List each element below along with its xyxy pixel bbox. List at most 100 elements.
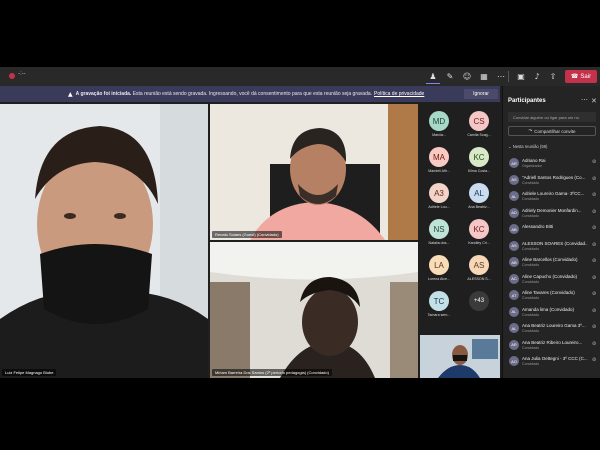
avatar: LA <box>429 255 449 275</box>
phone-icon: ☎ <box>570 74 579 80</box>
gallery-participant-name: Natalia dos... <box>428 241 450 245</box>
people-icon[interactable]: ♟ <box>426 69 440 84</box>
participant-row[interactable]: AO Ana Julia Oettegni - 3º CCC (C... Convi… <box>503 354 600 371</box>
gallery-participant-name: Kandley Cri... <box>468 241 490 245</box>
video-feed-miriam <box>210 242 418 378</box>
participant-name: Alessandro Bitti <box>522 224 554 229</box>
avatar: AL <box>469 183 489 203</box>
reactions-icon[interactable]: ☺ <box>460 69 474 84</box>
muted-mic-icon: ⊘ <box>592 175 597 182</box>
gallery-participant-name: Adriele Lou... <box>428 205 450 209</box>
microphone-icon[interactable]: ♪ <box>530 69 544 84</box>
video-tile-renato[interactable]: Renato Soiaes (Guest) (Convidado) <box>210 104 418 240</box>
participant-row[interactable]: AB Alessandro Bitti ⊘ <box>503 222 600 239</box>
share-screen-icon[interactable]: ⇧ <box>546 69 560 84</box>
toolbar-icons: ♟ ✎ ☺ ▦ ⋯ <box>426 69 508 84</box>
participant-name: Adriely Demonier Monfardin... <box>522 207 582 213</box>
close-icon[interactable]: ✕ <box>591 97 597 105</box>
participant-row[interactable]: AR Ana Beatriz Ribeiro Loureiro... Convida… <box>503 338 600 355</box>
gallery-participant-name: Tamara sem... <box>427 313 451 317</box>
participant-role: Convidado <box>522 312 540 317</box>
muted-mic-icon: ⊘ <box>592 258 597 264</box>
gallery-participant[interactable]: KC Kilma Costa... <box>460 143 498 177</box>
participant-row[interactable]: AS ALESSON SOARES (Convidad... Convidado ⊘ <box>503 239 600 256</box>
warning-icon: ▲ <box>68 90 73 98</box>
recording-icon <box>9 73 15 79</box>
participant-row[interactable]: AB Aline Barcellos (Convidado) Convidado ⊘ <box>503 255 600 272</box>
avatar: NS <box>429 219 449 239</box>
panel-title: Participantes <box>508 98 546 104</box>
gallery-participant[interactable]: KC Kandley Cri... <box>460 215 498 249</box>
participant-row[interactable]: AS "Adriell Santos Rodrigues (Co... Convid… <box>503 173 600 190</box>
participant-name: Aline Capucho (Convidado) <box>522 273 578 279</box>
video-feed-luiz <box>0 104 208 378</box>
gallery-participant-name: ALESSON S... <box>467 277 491 281</box>
participant-row[interactable]: AL Amanda lima (Convidado) Convidado ⊘ <box>503 305 600 322</box>
avatar: AL <box>509 306 519 317</box>
participant-role: Convidado <box>522 329 540 333</box>
participant-list: AR Adriano Rai Organizador ⊘ AS "Adriell Sant… <box>503 156 600 371</box>
participant-row[interactable]: AT Aline Tavares (Convidado) Convidado ⊘ <box>503 288 600 305</box>
participants-panel: Participantes ⋯ ✕ Convidar alguém ou lig… <box>502 86 600 378</box>
muted-mic-icon: ⊘ <box>592 159 597 165</box>
gallery-participant-name: Camila Scag... <box>467 133 491 137</box>
more-participants[interactable]: +43 <box>460 287 498 321</box>
invite-search-input[interactable]: Convidar alguém ou ligar para um nú <box>508 112 596 122</box>
ignore-button[interactable]: Ignorar <box>464 89 498 99</box>
participant-row[interactable]: AD Adriely Demonier Monfardin... Convidado… <box>503 206 600 223</box>
participant-name: Aline Barcellos (Convidado) <box>522 257 578 262</box>
gallery-participant[interactable]: NS Natalia dos... <box>420 215 458 249</box>
gallery-participant[interactable]: AL Ana Beatriz... <box>460 179 498 213</box>
gallery-participant[interactable]: TC Tamara sem... <box>420 287 458 321</box>
gallery-participant[interactable]: CS Camila Scag... <box>460 107 498 141</box>
share-invite-button[interactable]: ↷ Compartilhar convite <box>508 126 596 136</box>
gallery-participant[interactable]: A3 Adriele Lou... <box>420 179 458 213</box>
video-tile-luiz[interactable]: Luiz Felipe Magnago Blube <box>0 104 208 378</box>
participant-row[interactable]: AL Adriele Loureiro Gama- 3ºCC... Convidad… <box>503 189 600 206</box>
muted-mic-icon: ⊘ <box>592 307 597 314</box>
more-options-icon[interactable]: ⋯ <box>581 96 588 104</box>
avatar: A3 <box>429 183 449 203</box>
video-tile-miriam[interactable]: Miriam Barreira Dos Santos (2º período p… <box>210 242 418 378</box>
muted-mic-icon: ⊘ <box>592 357 597 363</box>
avatar: CS <box>469 111 489 131</box>
recording-message: A gravação foi iniciada. Esta reunião es… <box>76 91 372 97</box>
chat-icon[interactable]: ✎ <box>443 69 457 84</box>
gallery-participant[interactable]: LA Lorena Alve... <box>420 251 458 285</box>
participant-role: Convidado <box>522 246 540 251</box>
participant-row[interactable]: AC Aline Capucho (Convidado) Convidado ⊘ <box>503 272 600 289</box>
participant-row[interactable]: AR Adriano Rai Organizador ⊘ <box>503 156 600 173</box>
muted-mic-icon: ⊘ <box>592 225 597 231</box>
gallery-participant[interactable]: AS ALESSON S... <box>460 251 498 285</box>
participant-name-tag: Miriam Barreira Dos Santos (2º período p… <box>212 369 332 376</box>
gallery-participant[interactable]: MD Marcia... <box>420 107 458 141</box>
participant-name: Amanda lima (Convidado) <box>522 306 575 312</box>
gallery-participant[interactable]: MA Mandeli Alfr... <box>420 143 458 177</box>
gallery-participant-name: Lorena Alve... <box>428 277 450 281</box>
participant-name: Ana Beatriz Loureiro Gama 3º... <box>522 323 586 328</box>
recording-text: Esta reunião está sendo gravada. Ingress… <box>132 91 373 97</box>
more-icon[interactable]: ⋯ <box>494 69 508 84</box>
avatar: KC <box>469 147 489 167</box>
participant-role: Convidado <box>522 296 540 300</box>
avatar: AL <box>509 323 519 333</box>
privacy-link[interactable]: Política de privacidade <box>374 91 424 97</box>
more-participants-count: +43 <box>469 291 489 311</box>
view-icon[interactable]: ▦ <box>477 69 491 84</box>
participant-row[interactable]: AL Ana Beatriz Loureiro Gama 3º... Convida… <box>503 321 600 338</box>
section-header-in-meeting[interactable]: ⌄ Nesta reunião (59) <box>508 144 547 149</box>
section-label: Nesta reunião (59) <box>512 144 548 149</box>
leave-button[interactable]: ☎ Sair <box>565 70 597 83</box>
participant-role: Convidado <box>522 263 540 267</box>
participant-role: Convidado <box>522 180 540 185</box>
avatar: MA <box>429 147 449 167</box>
muted-mic-icon: ⊘ <box>592 241 597 248</box>
avatar: MD <box>429 111 449 131</box>
avatar: AR <box>509 158 519 168</box>
participant-name: Ana Beatriz Ribeiro Loureiro... <box>522 339 583 345</box>
muted-mic-icon: ⊘ <box>592 324 597 330</box>
participant-role: Convidado <box>522 279 540 284</box>
camera-icon[interactable]: ▣ <box>514 69 528 84</box>
meeting-timer: -:-- <box>18 71 26 77</box>
share-invite-label: Compartilhar convite <box>534 128 576 134</box>
